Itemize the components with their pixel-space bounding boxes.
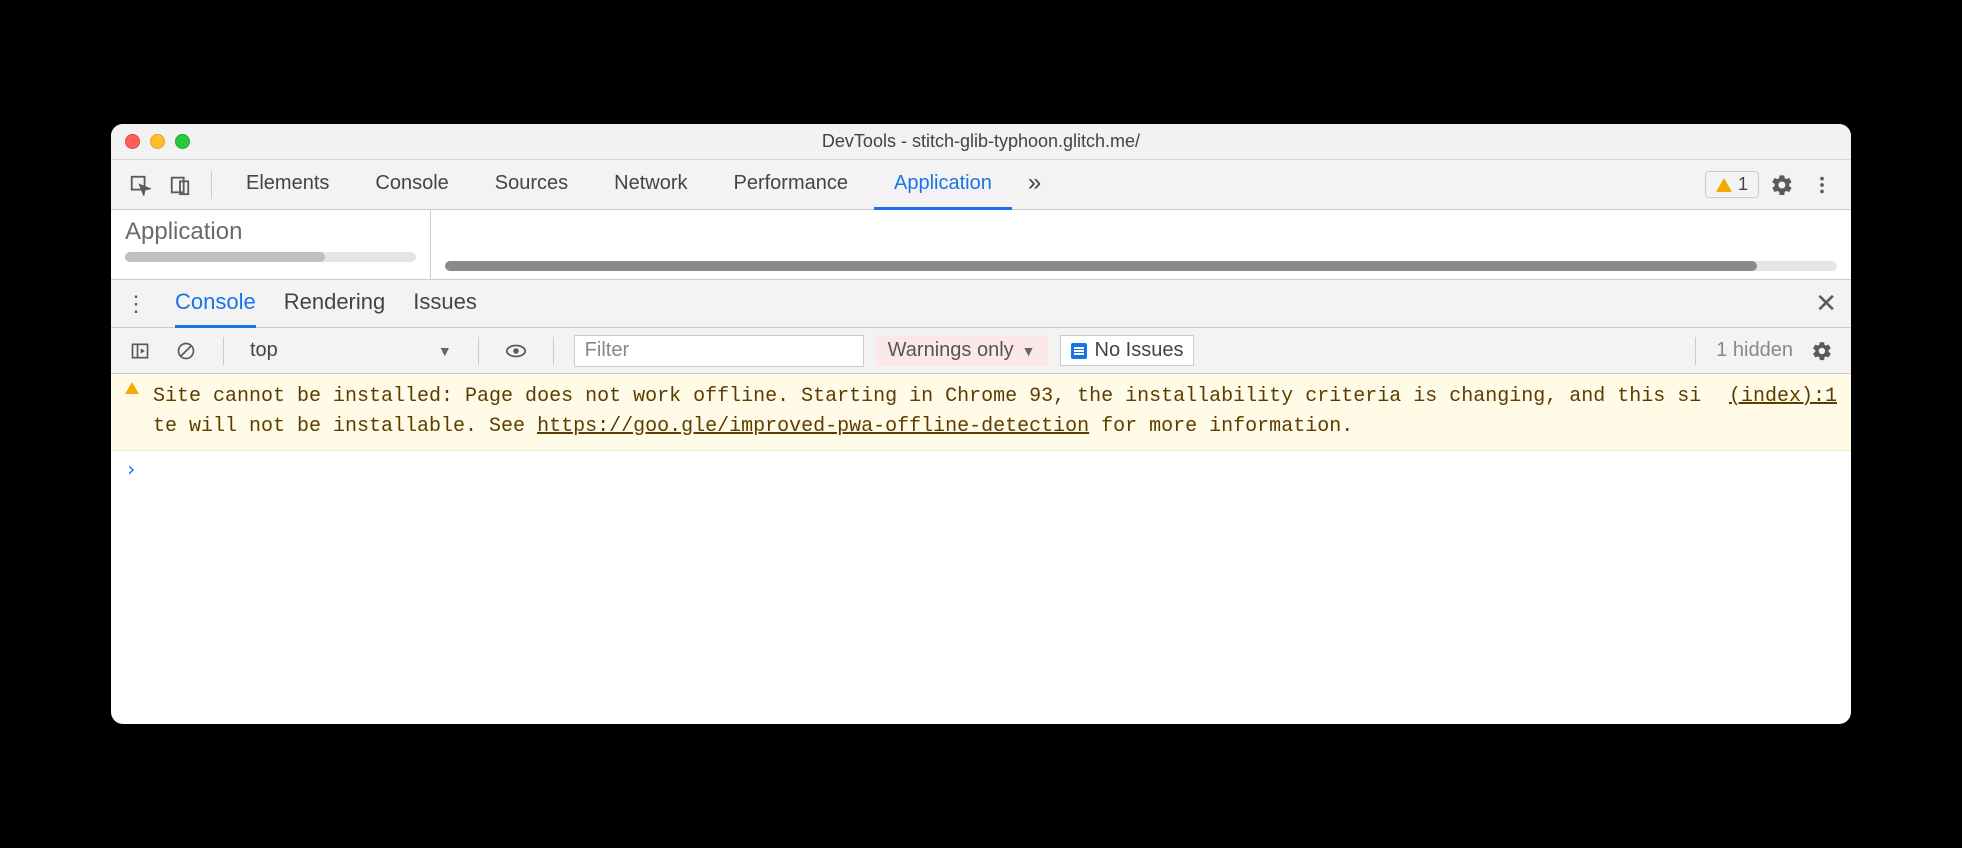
main-tab-bar: Elements Console Sources Network Perform… (111, 160, 1851, 210)
separator (223, 337, 224, 365)
separator (478, 337, 479, 365)
tab-sources[interactable]: Sources (475, 160, 588, 210)
drawer-tab-console[interactable]: Console (175, 280, 256, 328)
chevron-down-icon: ▼ (1022, 343, 1036, 359)
tab-performance[interactable]: Performance (714, 160, 869, 210)
drawer-close-icon[interactable]: ✕ (1815, 288, 1837, 319)
console-filter-input[interactable] (574, 335, 864, 367)
context-label: top (250, 339, 278, 362)
tab-console[interactable]: Console (355, 160, 468, 210)
window-zoom-button[interactable] (175, 134, 190, 149)
issues-chip-label: No Issues (1095, 339, 1184, 362)
tab-elements[interactable]: Elements (226, 160, 349, 210)
drawer-tab-rendering[interactable]: Rendering (284, 280, 386, 328)
inspect-element-icon[interactable] (123, 168, 157, 202)
issues-count: 1 (1738, 174, 1748, 195)
main-scrollbar[interactable] (445, 261, 1837, 271)
warning-icon (1716, 178, 1732, 192)
prompt-chevron-icon: › (125, 457, 137, 481)
sidebar-heading: Application (125, 218, 416, 246)
warning-icon (125, 382, 139, 394)
application-sidebar: Application (111, 210, 431, 279)
issues-chip[interactable]: No Issues (1060, 335, 1195, 366)
more-menu-icon[interactable] (1805, 168, 1839, 202)
issues-icon (1071, 343, 1087, 359)
console-message-warning: Site cannot be installed: Page does not … (111, 374, 1851, 451)
message-source-link[interactable]: (index):1 (1729, 382, 1837, 442)
tabs-overflow-button[interactable]: » (1018, 160, 1051, 210)
console-sidebar-toggle-icon[interactable] (123, 334, 157, 368)
hidden-count-label: 1 hidden (1716, 339, 1793, 362)
titlebar: DevTools - stitch-glib-typhoon.glitch.me… (111, 124, 1851, 160)
issues-counter[interactable]: 1 (1705, 171, 1759, 198)
separator (211, 171, 212, 199)
console-prompt[interactable]: › (111, 451, 1851, 487)
drawer-more-icon[interactable]: ⋮ (125, 291, 147, 317)
live-expression-icon[interactable] (499, 334, 533, 368)
settings-icon[interactable] (1765, 168, 1799, 202)
separator (553, 337, 554, 365)
device-toolbar-icon[interactable] (163, 168, 197, 202)
console-settings-icon[interactable] (1805, 334, 1839, 368)
chevron-down-icon: ▼ (438, 343, 452, 359)
console-message-text: Site cannot be installed: Page does not … (153, 382, 1709, 442)
drawer-tab-issues[interactable]: Issues (413, 280, 477, 328)
log-level-select[interactable]: Warnings only ▼ (876, 335, 1048, 366)
clear-console-icon[interactable] (169, 334, 203, 368)
application-main (431, 210, 1851, 279)
panel-content: Application (111, 210, 1851, 280)
log-level-label: Warnings only (888, 339, 1014, 362)
separator (1695, 337, 1696, 365)
message-link[interactable]: https://goo.gle/improved-pwa-offline-det… (537, 415, 1089, 438)
window-title: DevTools - stitch-glib-typhoon.glitch.me… (111, 131, 1851, 152)
window-minimize-button[interactable] (150, 134, 165, 149)
console-toolbar: top ▼ Warnings only ▼ No Issues 1 hidden (111, 328, 1851, 374)
tab-application[interactable]: Application (874, 160, 1012, 210)
drawer-tab-bar: ⋮ Console Rendering Issues ✕ (111, 280, 1851, 328)
window-close-button[interactable] (125, 134, 140, 149)
devtools-window: DevTools - stitch-glib-typhoon.glitch.me… (111, 124, 1851, 724)
execution-context-select[interactable]: top ▼ (244, 339, 458, 362)
tab-network[interactable]: Network (594, 160, 707, 210)
traffic-lights (111, 134, 190, 149)
sidebar-scrollbar[interactable] (125, 252, 416, 262)
